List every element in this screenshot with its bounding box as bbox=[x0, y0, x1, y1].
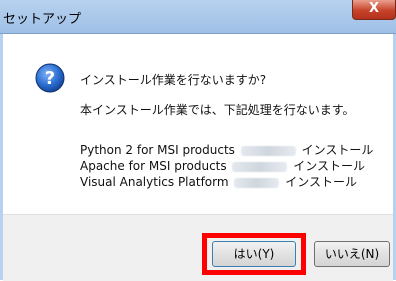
item-action: インストール bbox=[285, 175, 357, 189]
item-name: Apache for MSI products bbox=[80, 159, 227, 173]
blurred-version bbox=[240, 145, 296, 156]
item-action: インストール bbox=[293, 159, 366, 173]
item-name: Python 2 for MSI products bbox=[80, 143, 235, 157]
list-item: Python 2 for MSI products インストール bbox=[80, 141, 373, 158]
description-text: 本インストール作業では、下記処理を行ないます。 bbox=[80, 103, 355, 117]
item-action: インストール bbox=[301, 143, 374, 157]
close-button[interactable]: X bbox=[352, 0, 396, 20]
blurred-version bbox=[234, 177, 280, 188]
question-text: インストール作業を行ないますか? bbox=[80, 73, 267, 87]
yes-button[interactable]: はい(Y) bbox=[212, 241, 296, 267]
item-name: Visual Analytics Platform bbox=[80, 175, 229, 189]
list-item: Visual Analytics Platform インストール bbox=[80, 173, 357, 190]
list-item: Apache for MSI products インストール bbox=[80, 157, 365, 174]
no-button[interactable]: いいえ(N) bbox=[314, 241, 390, 267]
question-icon: ? bbox=[35, 63, 65, 93]
title-bar: セットアップ X bbox=[0, 0, 396, 34]
close-icon: X bbox=[368, 1, 380, 16]
svg-text:?: ? bbox=[45, 68, 55, 89]
blurred-version bbox=[232, 161, 288, 172]
window-title: セットアップ bbox=[3, 12, 82, 27]
